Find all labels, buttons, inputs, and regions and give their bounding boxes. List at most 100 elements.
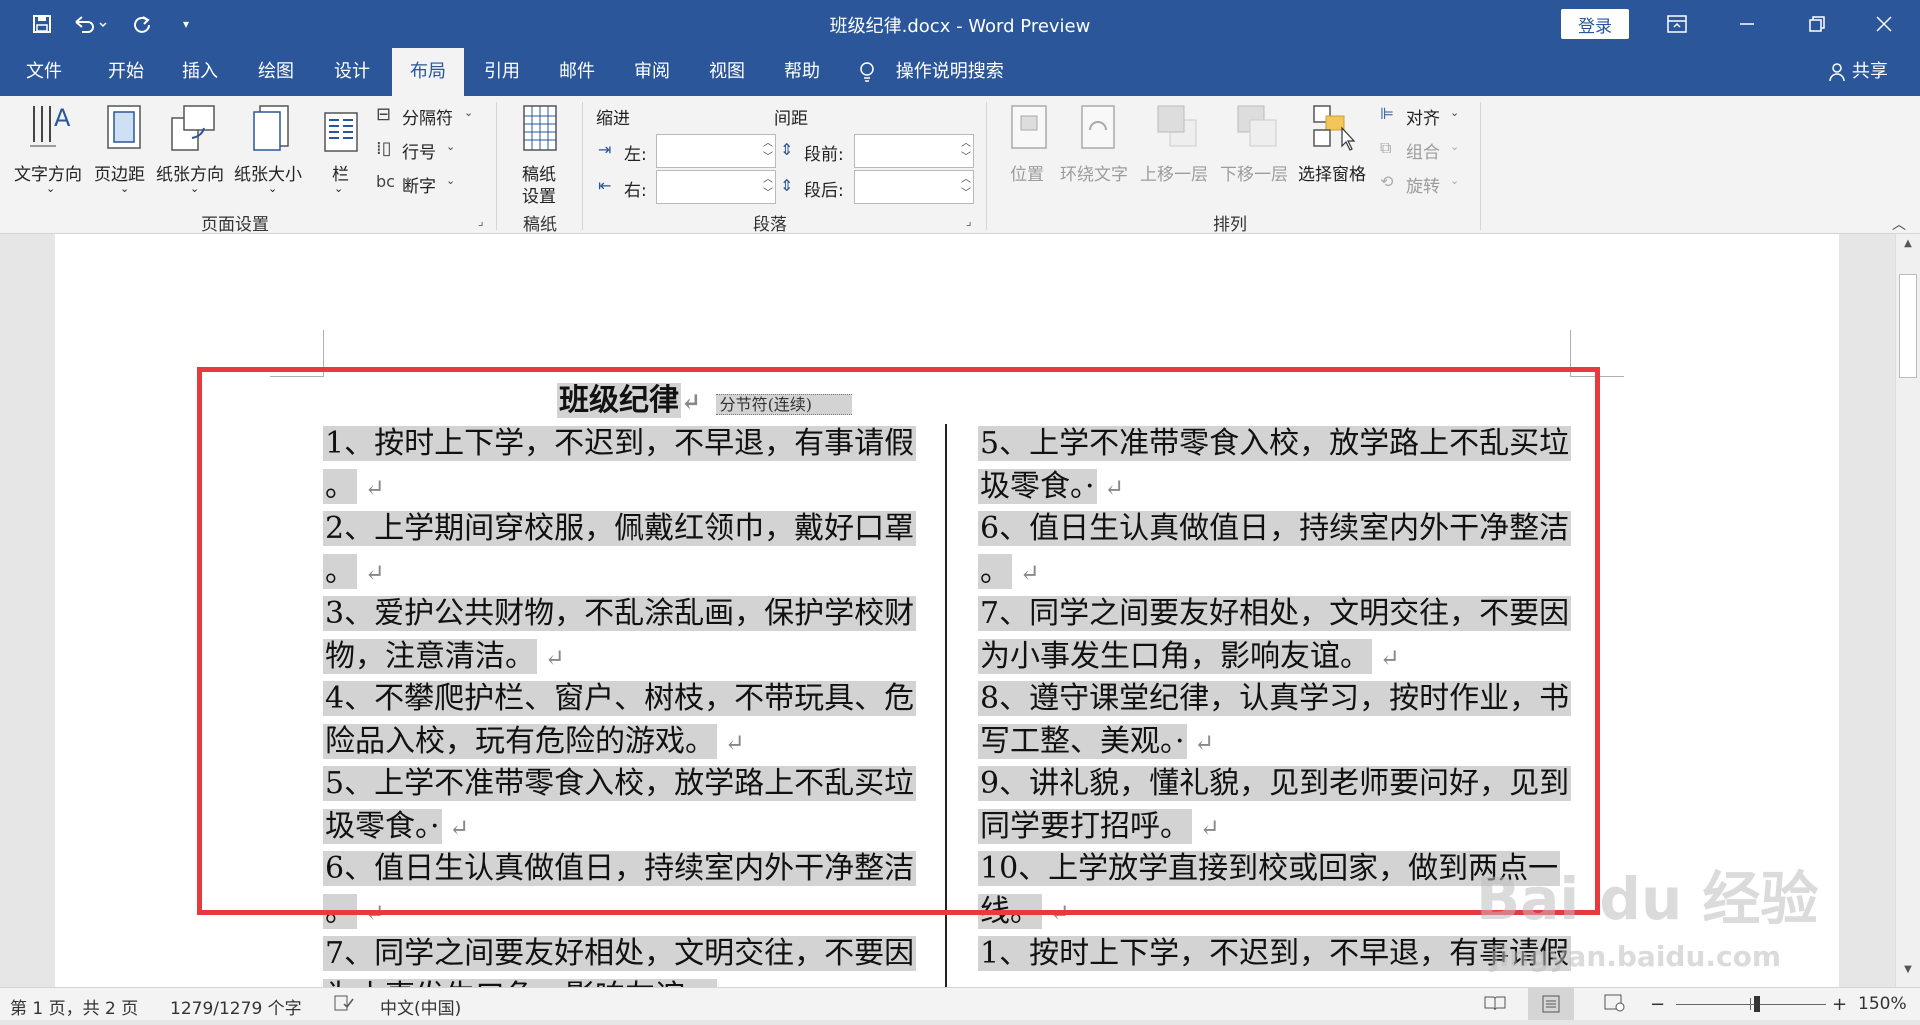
columns-icon [324,112,358,152]
hyphenation-label: 断字 [402,177,436,197]
share-label: 共享 [1851,61,1888,82]
chevron-down-icon: ⌄ [1450,140,1460,153]
proofing-icon[interactable] [334,994,354,1017]
zoom-out-button[interactable]: − [1650,994,1665,1015]
right-column-line[interactable]: 1、按时上下学，不迟到，不早退，有事请假 [978,933,1572,975]
left-column-line[interactable]: 为小事发生口角，影响友谊。 ↵ [323,976,745,987]
zoom-level[interactable]: 150% [1858,994,1907,1014]
send-backward-button[interactable]: 下移一层 [1220,102,1296,198]
tab-home[interactable]: 开始 [90,48,162,96]
indent-right-icon: ⇤ [598,176,612,195]
language[interactable]: 中文(中国) [380,994,461,1019]
spacing-after-input[interactable]: ︿ ﹀ [854,170,974,204]
tab-insert[interactable]: 插入 [164,48,236,96]
web-layout-icon[interactable] [1604,994,1626,1017]
align-button[interactable]: ⊫ 对齐 ⌄ [1380,102,1470,130]
hyphenation-icon: bc [376,172,395,191]
minimize-icon[interactable] [1714,0,1780,48]
rotate-icon: ⟲ [1380,172,1394,191]
line-text: 1、按时上下学，不迟到，不早退，有事请假 [978,936,1572,971]
chevron-down-icon: ⌄ [464,106,474,119]
ribbon-display-options-icon[interactable] [1644,0,1710,48]
text-direction-icon: A [30,104,71,147]
position-button[interactable]: 位置 [1004,102,1054,198]
send-backward-label: 下移一层 [1220,165,1288,185]
left-column-line[interactable]: 7、同学之间要友好相处，文明交往，不要因 [323,933,917,975]
chevron-down-icon: ⌄ [446,140,456,153]
search-label: 操作说明搜索 [895,61,1004,82]
rotate-label: 旋转 [1406,177,1440,197]
zoom-slider-thumb[interactable] [1754,996,1760,1012]
print-layout-icon[interactable] [1528,988,1574,1020]
orientation-button[interactable]: 纸张方向 ⌄ [156,102,232,198]
chevron-down-icon: ⌄ [1450,174,1460,187]
tab-design[interactable]: 设计 [316,48,388,96]
tell-me-search[interactable]: 操作说明搜索 [858,48,1028,96]
margins-button[interactable]: 页边距 ⌄ [94,102,158,198]
spacing-after-icon: ⇕ [780,176,794,195]
manuscript-settings-button[interactable]: 稿纸 设置 [512,102,568,207]
close-icon[interactable] [1851,0,1917,48]
spacing-before-icon: ⇕ [780,140,794,159]
paragraph-launcher-icon[interactable]: ⌟ [966,214,972,228]
chevron-down-icon: ⌄ [446,174,456,187]
tab-layout[interactable]: 布局 [392,48,464,96]
rotate-button[interactable]: ⟲ 旋转 ⌄ [1380,170,1470,198]
wrap-text-button[interactable]: 环绕文字 [1060,102,1136,198]
line-text: 为小事发生口角，影响友谊。 [323,978,717,987]
tab-help[interactable]: 帮助 [766,48,838,96]
tab-review[interactable]: 审阅 [616,48,688,96]
indent-right-input[interactable]: ︿ ﹀ [656,170,776,204]
text-direction-button[interactable]: A 文字方向 ⌄ [12,102,88,198]
indent-left-icon: ⇥ [598,140,612,159]
tab-draw[interactable]: 绘图 [240,48,312,96]
line-numbers-button[interactable]: ⁞▯ 行号 ⌄ [374,136,474,164]
scroll-up-icon[interactable]: ▲ [1900,238,1916,254]
align-icon: ⊫ [1380,104,1394,123]
zoom-in-button[interactable]: + [1832,994,1847,1015]
collapse-ribbon-icon[interactable]: ︿ [1892,214,1906,234]
chevron-down-icon: ⌄ [190,182,200,195]
word-count[interactable]: 1279/1279 个字 [170,994,302,1019]
selection-pane-button[interactable]: 选择窗格 [1298,102,1374,198]
hyphenation-button[interactable]: bc 断字 ⌄ [374,170,474,198]
zoom-slider[interactable] [1676,1004,1826,1005]
line-numbers-icon: ⁞▯ [376,138,392,159]
breaks-icon: ⊟ [376,104,392,125]
tab-file[interactable]: 文件 [8,48,80,96]
vertical-scrollbar[interactable]: ▲ ▼ [1895,234,1920,987]
scroll-thumb[interactable] [1899,274,1917,378]
position-icon [1011,105,1047,149]
window-title: 班级纪律.docx - Word Preview [829,16,1091,37]
wrap-text-icon [1081,105,1115,149]
page-count[interactable]: 第 1 页，共 2 页 [10,994,138,1019]
tab-view[interactable]: 视图 [691,48,763,96]
chevron-down-icon: ⌄ [1450,106,1460,119]
indent-left-input[interactable]: ︿ ﹀ [656,134,776,168]
spacing-before-input[interactable]: ︿ ﹀ [854,134,974,168]
arrange-group-label: 排列 [1213,215,1247,235]
indent-label: 缩进 [596,109,630,129]
login-button[interactable]: 登录 [1561,9,1629,39]
spacing-label: 间距 [774,109,808,129]
tab-mailings[interactable]: 邮件 [541,48,613,96]
tab-references[interactable]: 引用 [466,48,538,96]
restore-icon[interactable] [1784,0,1850,48]
columns-button[interactable]: 栏 ⌄ [318,102,364,198]
breaks-label: 分隔符 [402,109,453,129]
wrap-text-label: 环绕文字 [1060,165,1128,185]
page-setup-launcher-icon[interactable]: ⌟ [478,214,484,228]
indent-right-label: 右: [624,181,647,201]
read-mode-icon[interactable] [1484,994,1506,1017]
svg-text:A: A [54,104,71,132]
size-button[interactable]: 纸张大小 ⌄ [234,102,310,198]
share-button[interactable]: 共享 [1818,48,1898,96]
bring-forward-icon [1157,105,1197,147]
scroll-down-icon[interactable]: ▼ [1900,964,1916,980]
line-numbers-label: 行号 [402,143,436,163]
spacing-after-label: 段后: [804,181,844,201]
paper-size-icon [253,105,289,151]
bring-forward-button[interactable]: 上移一层 [1140,102,1216,198]
breaks-button[interactable]: ⊟ 分隔符 ⌄ [374,102,474,130]
group-button[interactable]: ⧉ 组合 ⌄ [1380,136,1470,164]
